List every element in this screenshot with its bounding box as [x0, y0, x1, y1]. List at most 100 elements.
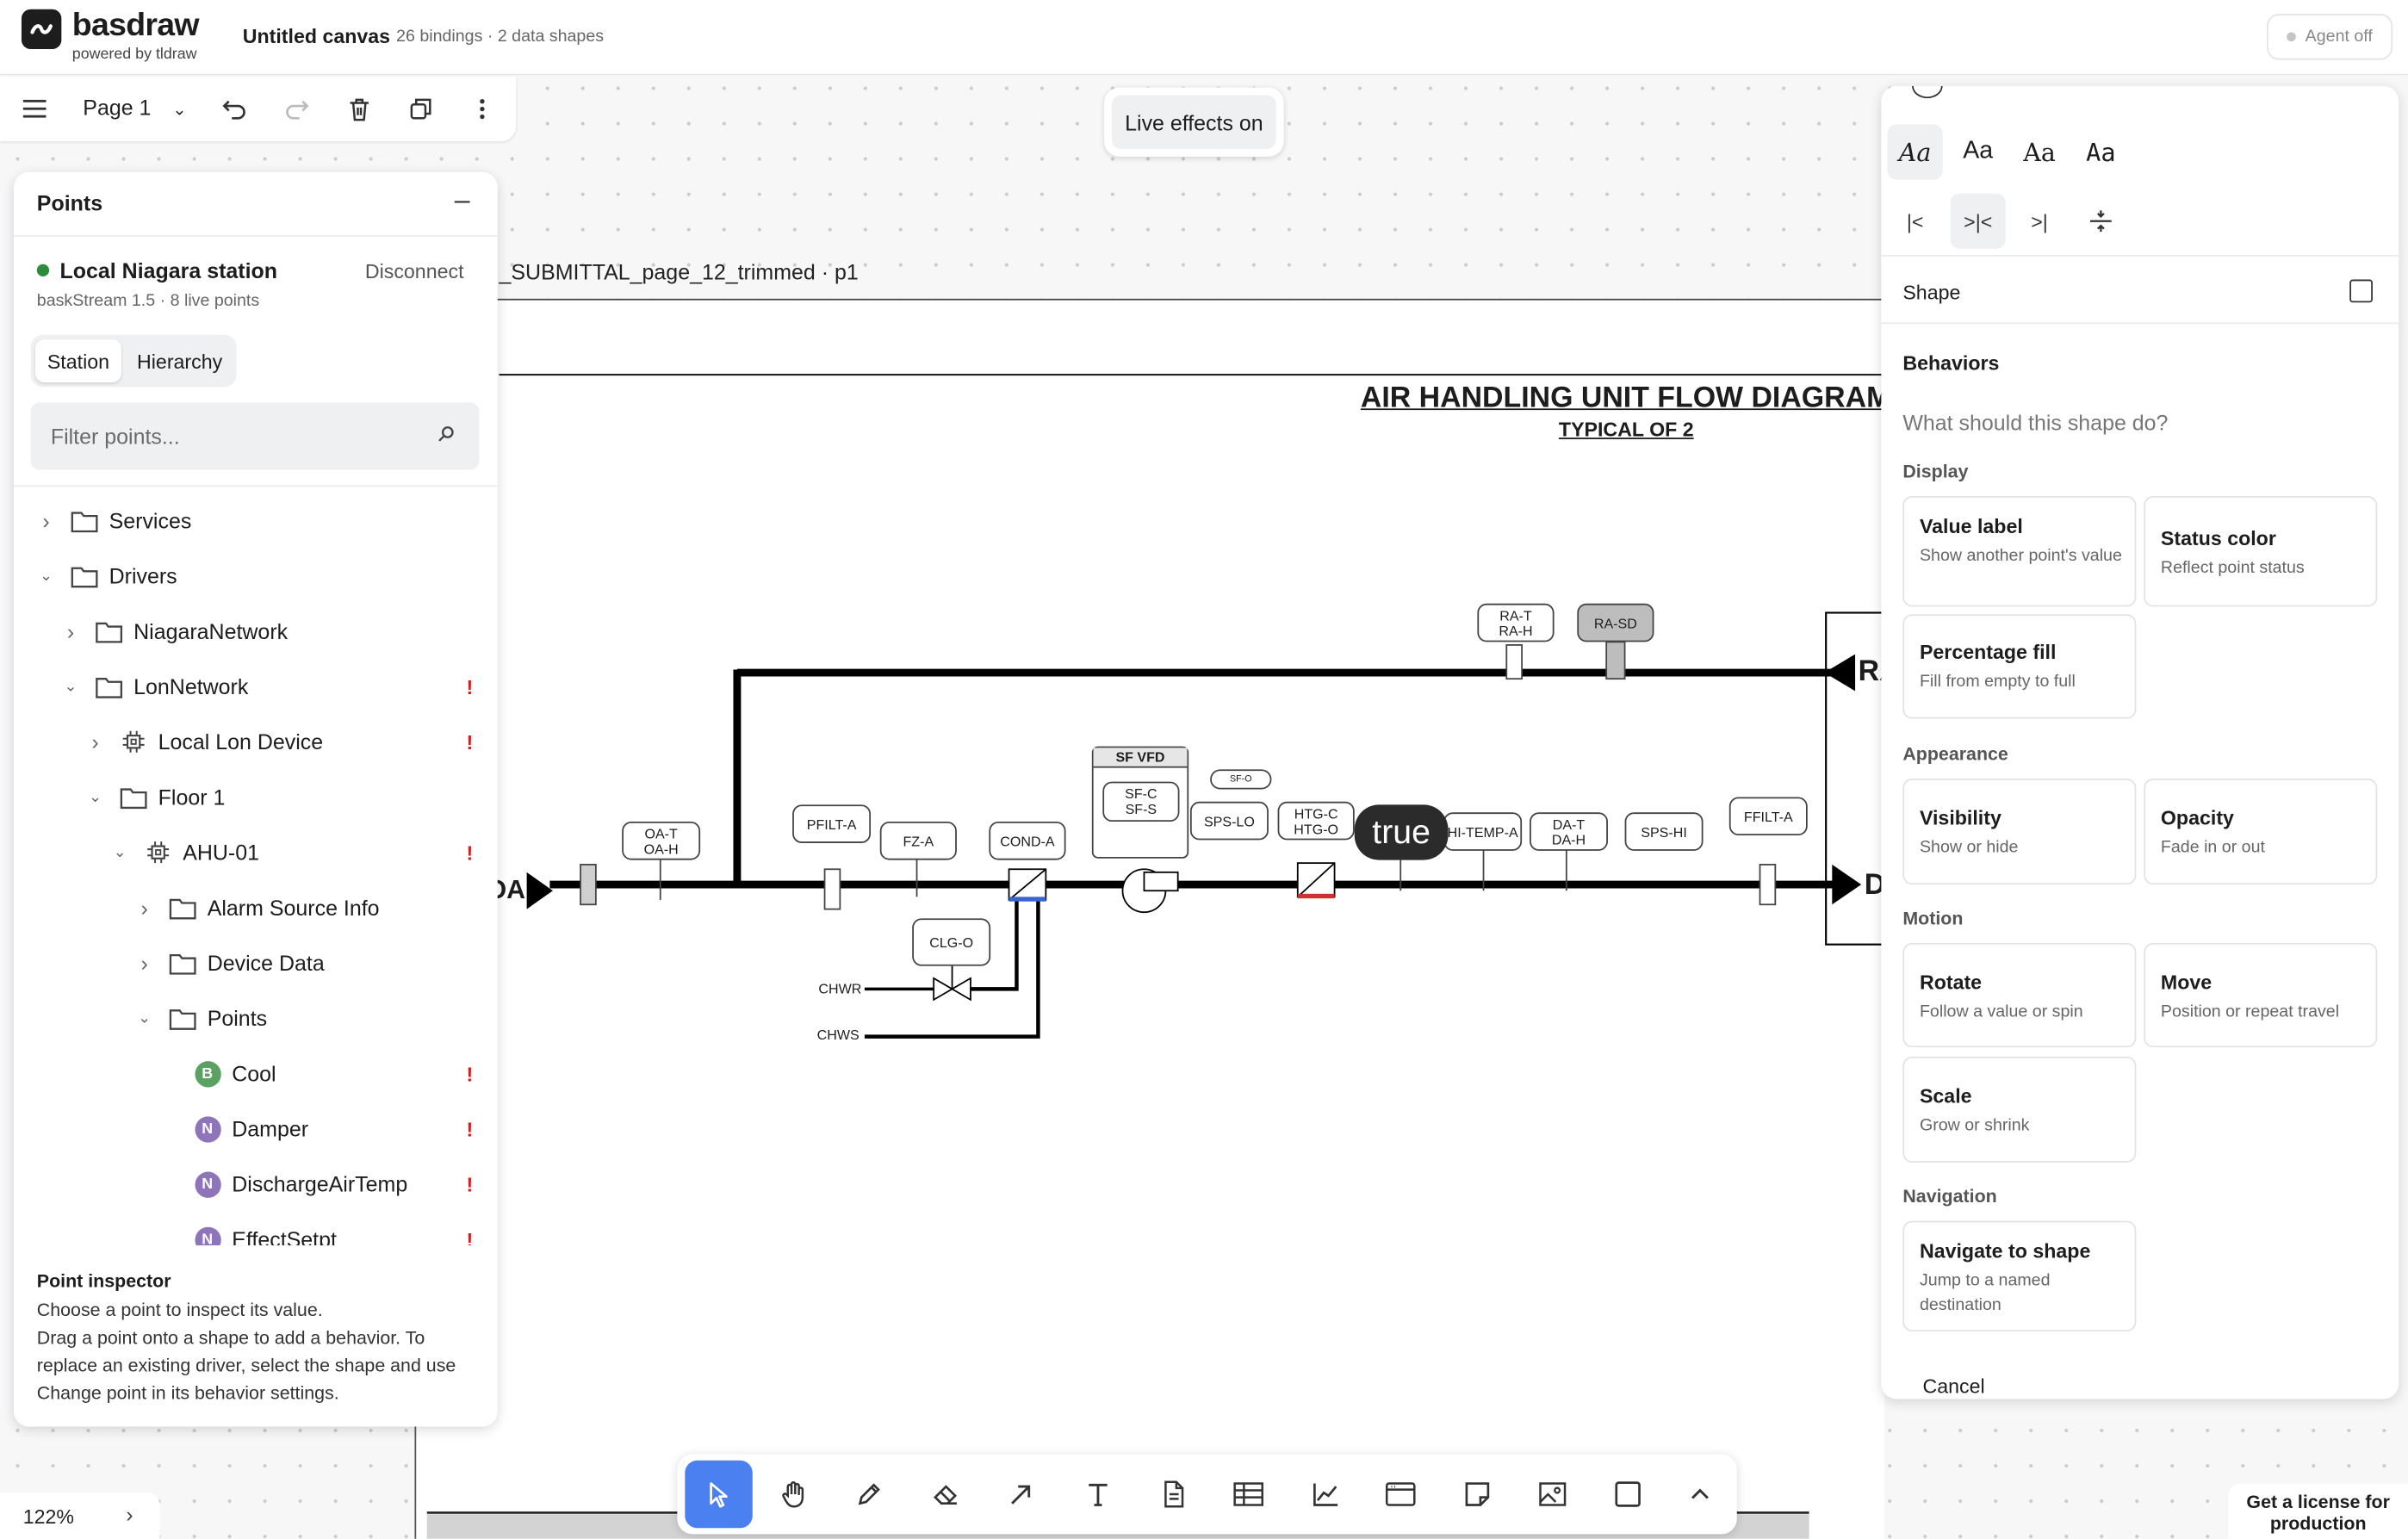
table-tool-button[interactable]: [1214, 1461, 1282, 1528]
select-tool-button[interactable]: [685, 1460, 753, 1529]
tree-item[interactable]: ⌄ AHU-01!: [14, 829, 498, 875]
collapse-icon[interactable]: –: [455, 184, 470, 216]
tree-item[interactable]: ⌄ Drivers: [14, 553, 498, 599]
behavior-move[interactable]: Move Position or repeat travel: [2144, 942, 2378, 1048]
shape-checkbox[interactable]: [2349, 279, 2373, 303]
tag-sf-c[interactable]: SF-C SF-S: [1102, 781, 1180, 822]
cancel-button[interactable]: Cancel: [1923, 1375, 1985, 1398]
disconnect-button[interactable]: Disconnect: [365, 259, 464, 282]
tree-item[interactable]: ⌄ Floor 1: [14, 774, 498, 820]
tag-sps-hi[interactable]: SPS-HI: [1624, 812, 1704, 851]
canvas-title[interactable]: Untitled canvas: [243, 25, 390, 48]
behavior-navigate[interactable]: Navigate to shape Jump to a named destin…: [1902, 1220, 2137, 1331]
filter-points-input[interactable]: [30, 402, 480, 470]
chevron-right-icon[interactable]: ›: [135, 951, 153, 976]
chevron-right-icon[interactable]: ›: [126, 1502, 133, 1527]
chart-tool-button[interactable]: [1292, 1461, 1359, 1528]
divider: [1881, 322, 2399, 325]
style-row-clipped: [1881, 85, 2399, 102]
chevron-down-icon[interactable]: ⌄: [86, 789, 104, 806]
tag-sf-o[interactable]: SF-O: [1210, 769, 1272, 790]
tree-item[interactable]: B Cool!: [14, 1051, 498, 1096]
arrow-tool-button[interactable]: [988, 1461, 1055, 1528]
tag-cond-a[interactable]: COND-A: [989, 821, 1066, 860]
eraser-tool-button[interactable]: [912, 1461, 979, 1528]
pencil-icon: [858, 1483, 880, 1505]
tree-item[interactable]: › Services: [14, 498, 498, 543]
behavior-visibility[interactable]: Visibility Show or hide: [1902, 779, 2137, 885]
tree-item[interactable]: N DischargeAirTemp!: [14, 1161, 498, 1207]
behavior-status-color[interactable]: Status color Reflect point status: [2144, 495, 2378, 607]
menu-icon[interactable]: [17, 90, 54, 127]
chevron-right-icon[interactable]: ›: [135, 896, 153, 921]
tree-item[interactable]: N Damper!: [14, 1106, 498, 1151]
align-end-icon[interactable]: >|: [2012, 194, 2067, 249]
more-tools-button[interactable]: [1666, 1461, 1734, 1528]
chws-label: CHWS: [816, 1027, 860, 1043]
font-mono-button[interactable]: Aa: [2073, 124, 2128, 179]
behavior-value-label[interactable]: Value label Show another point's value: [1902, 495, 2137, 607]
tag-ffilt-a[interactable]: FFILT-A: [1728, 797, 1808, 836]
page-label: Page 1: [83, 95, 152, 121]
document-tool-button[interactable]: [1139, 1461, 1207, 1528]
tag-fz-a[interactable]: FZ-A: [879, 821, 957, 860]
hand-tool-button[interactable]: [760, 1461, 828, 1528]
font-serif-button[interactable]: Aa: [2012, 124, 2067, 179]
tag-sps-lo[interactable]: SPS-LO: [1189, 801, 1269, 841]
tab-station[interactable]: Station: [35, 339, 121, 383]
tree-item[interactable]: › Alarm Source Info: [14, 884, 498, 930]
duplicate-icon[interactable]: [402, 90, 439, 127]
tag-hi-temp-a[interactable]: HI-TEMP-A: [1443, 812, 1523, 851]
arrow-icon: [1011, 1485, 1031, 1505]
value-badge[interactable]: true: [1354, 804, 1449, 860]
align-middle-icon[interactable]: >|<: [1950, 193, 2006, 249]
numeric-point-icon: N: [194, 1115, 220, 1142]
chevron-down-icon[interactable]: ⌄: [61, 678, 79, 695]
undo-icon[interactable]: [216, 90, 253, 127]
font-draw-button[interactable]: Aa: [1887, 124, 1943, 180]
style-option-icon[interactable]: [1912, 85, 1943, 99]
tag-ra-t[interactable]: RA-T RA-H: [1477, 603, 1555, 642]
zoom-control[interactable]: 122% ›: [0, 1492, 160, 1539]
chevron-down-icon[interactable]: ⌄: [135, 1009, 153, 1027]
trash-icon[interactable]: [341, 90, 378, 127]
note-tool-button[interactable]: [1443, 1461, 1511, 1528]
tree-item[interactable]: ⌄ LonNetwork!: [14, 663, 498, 709]
more-icon[interactable]: [464, 90, 501, 127]
tag-oa-t[interactable]: OA-T OA-H: [622, 821, 701, 860]
font-sans-button[interactable]: Aa: [1951, 124, 2006, 179]
chevron-right-icon[interactable]: ›: [61, 619, 79, 644]
live-effects-label: Live effects on: [1112, 95, 1276, 149]
tree-item[interactable]: ⌄ Points: [14, 995, 498, 1040]
chevron-down-icon[interactable]: ⌄: [37, 568, 55, 585]
redo-icon[interactable]: [278, 90, 315, 127]
agent-toggle-button[interactable]: Agent off: [2266, 14, 2393, 60]
embed-tool-button[interactable]: [1367, 1461, 1434, 1528]
behavior-scale[interactable]: Scale Grow or shrink: [1902, 1056, 2137, 1163]
tag-htg-c[interactable]: HTG-C HTG-O: [1277, 801, 1355, 841]
align-vertical-icon[interactable]: [2073, 194, 2128, 249]
chevron-down-icon[interactable]: ⌄: [110, 844, 128, 861]
chevron-right-icon[interactable]: ›: [86, 729, 104, 754]
behavior-percentage-fill[interactable]: Percentage fill Fill from empty to full: [1902, 614, 2137, 719]
rectangle-tool-button[interactable]: [1594, 1461, 1661, 1528]
tab-hierarchy[interactable]: Hierarchy: [127, 339, 232, 382]
tree-item[interactable]: › Device Data: [14, 940, 498, 985]
shape-label: Shape: [1902, 281, 1961, 305]
image-tool-button[interactable]: [1519, 1461, 1586, 1528]
page-selector[interactable]: Page 1 ⌄: [83, 96, 186, 121]
text-tool-button[interactable]: [1064, 1461, 1132, 1528]
license-link[interactable]: Get a license for production: [2228, 1483, 2408, 1539]
behavior-rotate[interactable]: Rotate Follow a value or spin: [1902, 942, 2137, 1048]
chevron-right-icon[interactable]: ›: [37, 508, 55, 533]
tag-pfilt-a[interactable]: PFILT-A: [792, 804, 872, 843]
behavior-opacity[interactable]: Opacity Fade in or out: [2144, 779, 2378, 885]
draw-tool-button[interactable]: [835, 1461, 903, 1528]
tag-da-t[interactable]: DA-T DA-H: [1530, 812, 1608, 851]
tag-ra-sd[interactable]: RA-SD: [1577, 603, 1654, 642]
align-start-icon[interactable]: |<: [1888, 194, 1943, 249]
tree-item[interactable]: › NiagaraNetwork: [14, 608, 498, 654]
tree-item[interactable]: › Local Lon Device!: [14, 719, 498, 765]
tag-clg-o[interactable]: CLG-O: [912, 918, 991, 966]
live-effects-toggle[interactable]: Live effects on: [1104, 87, 1284, 157]
